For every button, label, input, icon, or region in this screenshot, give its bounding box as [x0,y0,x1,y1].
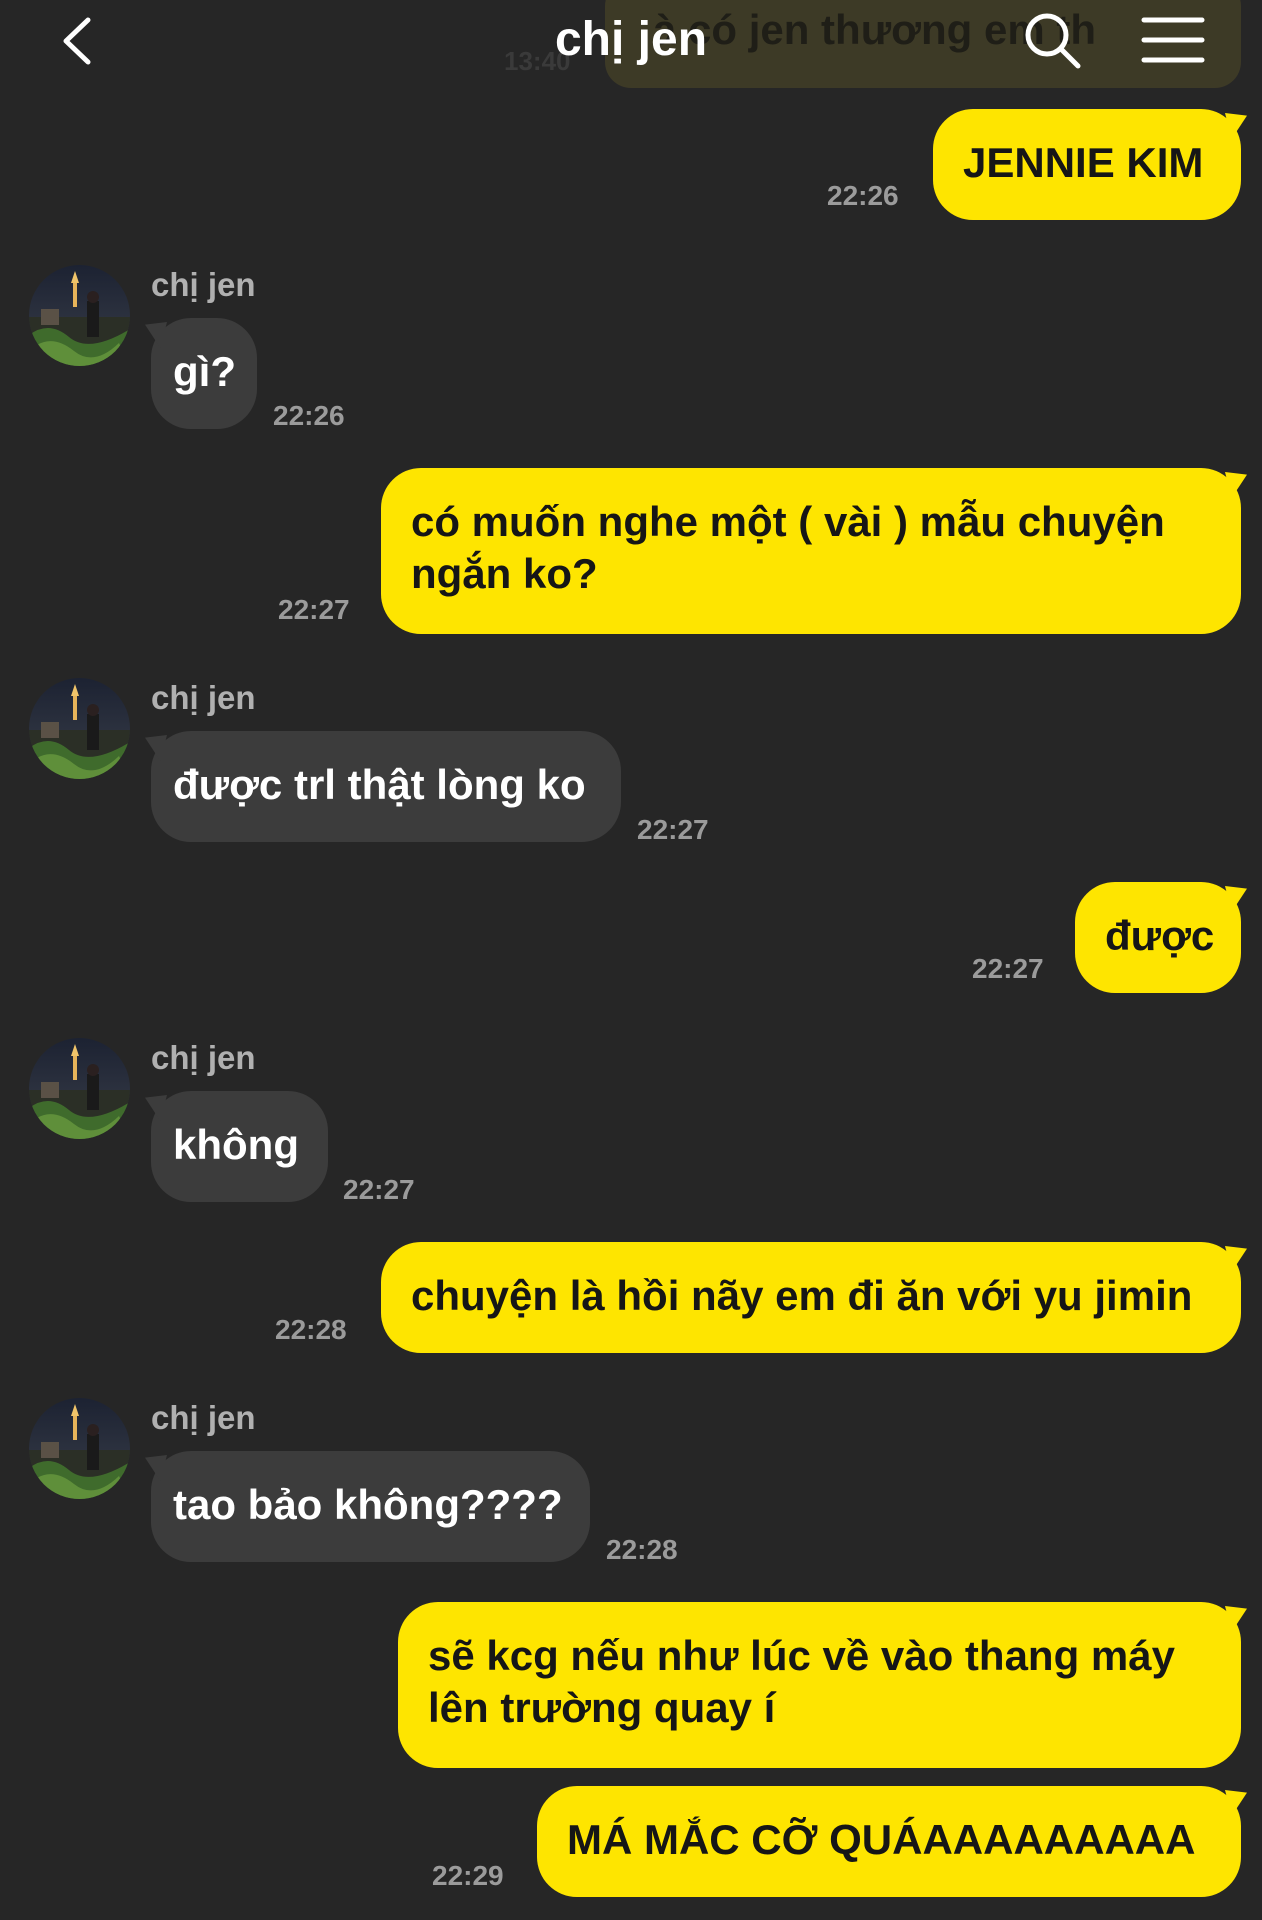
avatar[interactable] [29,678,130,779]
message-text: được trl thật lòng ko [173,761,586,808]
message-time: 22:28 [606,1534,678,1565]
message-text: chuyện là hồi nãy em đi ăn với yu jimin [411,1272,1193,1319]
avatar-photo [29,1398,130,1499]
hamburger-menu-icon [1141,17,1205,63]
sender-name: chị jen [151,1039,256,1076]
incoming-message[interactable]: tao bảo không???? [151,1451,590,1562]
avatar[interactable] [29,1398,130,1499]
message-time: 22:27 [637,814,709,845]
message-time: 22:27 [278,594,350,625]
message-text: MÁ MẮC CỠ QUÁAAAAAAAAA [567,1816,1196,1863]
sender-name: chị jen [151,1399,256,1436]
message-time: 22:29 [432,1860,504,1891]
message-time: 22:27 [972,953,1044,984]
back-button[interactable] [52,10,112,70]
chat-title: chị jen [554,13,708,66]
message-time: 22:26 [827,180,899,211]
outgoing-message[interactable]: có muốn nghe một ( vài ) mẫu chuyện ngắn… [381,468,1241,634]
incoming-message[interactable]: gì? [151,318,257,429]
chat-screen: à có jen thương em th 13:40 chị jen JENN… [0,0,1262,1920]
message-time: 22:28 [275,1314,347,1345]
message-text: sẽ kcg nếu như lúc về vào thang máy lên … [428,1632,1175,1731]
message-time: 22:27 [343,1174,415,1205]
sender-name: chị jen [151,679,256,716]
message-text: JENNIE KIM [963,139,1204,186]
outgoing-message[interactable]: sẽ kcg nếu như lúc về vào thang máy lên … [398,1602,1241,1768]
avatar-photo [29,678,130,779]
search-icon [1025,13,1081,69]
outgoing-message[interactable]: được [1075,882,1241,993]
message-text: được [1105,912,1215,959]
search-button[interactable] [1020,8,1084,72]
message-time: 22:26 [273,400,345,431]
chat-header: à có jen thương em th 13:40 chị jen [0,0,1262,88]
outgoing-message[interactable]: JENNIE KIM [933,109,1241,220]
message-text: có muốn nghe một ( vài ) mẫu chuyện ngắn… [411,498,1165,597]
incoming-message[interactable]: không [151,1091,328,1202]
message-text: gì? [173,348,236,395]
outgoing-message[interactable]: chuyện là hồi nãy em đi ăn với yu jimin [381,1242,1241,1353]
avatar-photo [29,1038,130,1139]
avatar-photo [29,265,130,366]
chevron-left-icon [63,17,91,65]
menu-button[interactable] [1140,12,1206,68]
avatar[interactable] [29,1038,130,1139]
message-text: không [173,1121,299,1168]
message-text: tao bảo không???? [173,1481,563,1528]
incoming-message[interactable]: được trl thật lòng ko [151,731,621,842]
outgoing-message[interactable]: MÁ MẮC CỠ QUÁAAAAAAAAA [537,1786,1241,1897]
avatar[interactable] [29,265,130,366]
sender-name: chị jen [151,266,256,303]
